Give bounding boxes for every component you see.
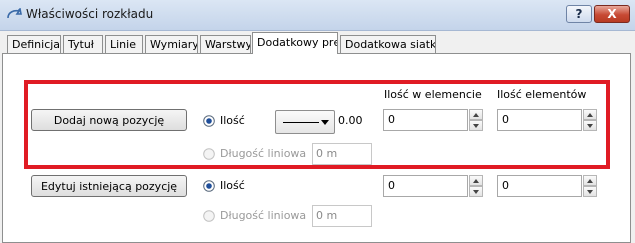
tab-definicja[interactable]: Definicja — [7, 35, 61, 53]
help-button[interactable]: ? — [566, 5, 592, 23]
tab-linie[interactable]: Linie — [105, 35, 143, 53]
tab-tytul[interactable]: Tytuł — [63, 35, 103, 53]
tab-wymiary[interactable]: Wymiary — [145, 35, 198, 53]
length-field-2[interactable]: 0 m — [312, 205, 372, 227]
spin-up-icon[interactable] — [469, 175, 483, 186]
tab-strip: Definicja Tytuł Linie Wymiary Warstwy Do… — [0, 30, 635, 55]
spin-down-icon[interactable] — [583, 186, 597, 197]
schedule-app-icon — [7, 8, 22, 19]
window-title: Właściwości rozkładu — [26, 7, 154, 21]
qty-in-element-spinner-2[interactable] — [469, 175, 483, 197]
dialog-window: Właściwości rozkładu ? X Definicja Tytuł… — [0, 0, 635, 243]
element-count-input-2[interactable]: 0 — [497, 175, 582, 197]
qty-radio-2-label: Ilość — [220, 179, 245, 192]
highlight-frame — [24, 80, 610, 169]
spin-up-icon[interactable] — [583, 175, 597, 186]
spin-down-icon[interactable] — [469, 186, 483, 197]
tab-dodatkowa-siatka[interactable]: Dodatkowa siatka — [340, 35, 436, 53]
close-button[interactable]: X — [594, 5, 630, 23]
length-radio-2[interactable] — [203, 210, 215, 222]
edit-existing-position-button[interactable]: Edytuj istniejącą pozycję — [31, 175, 187, 197]
element-count-spinner-2[interactable] — [583, 175, 597, 197]
title-bar[interactable]: Właściwości rozkładu ? X — [0, 0, 635, 31]
length-radio-2-label: Długość liniowa — [220, 209, 307, 222]
qty-radio-2[interactable] — [203, 180, 215, 192]
qty-in-element-input-2[interactable]: 0 — [383, 175, 468, 197]
tab-dodatkowy-pret[interactable]: Dodatkowy pręt — [252, 32, 338, 54]
tab-warstwy[interactable]: Warstwy — [200, 35, 251, 53]
